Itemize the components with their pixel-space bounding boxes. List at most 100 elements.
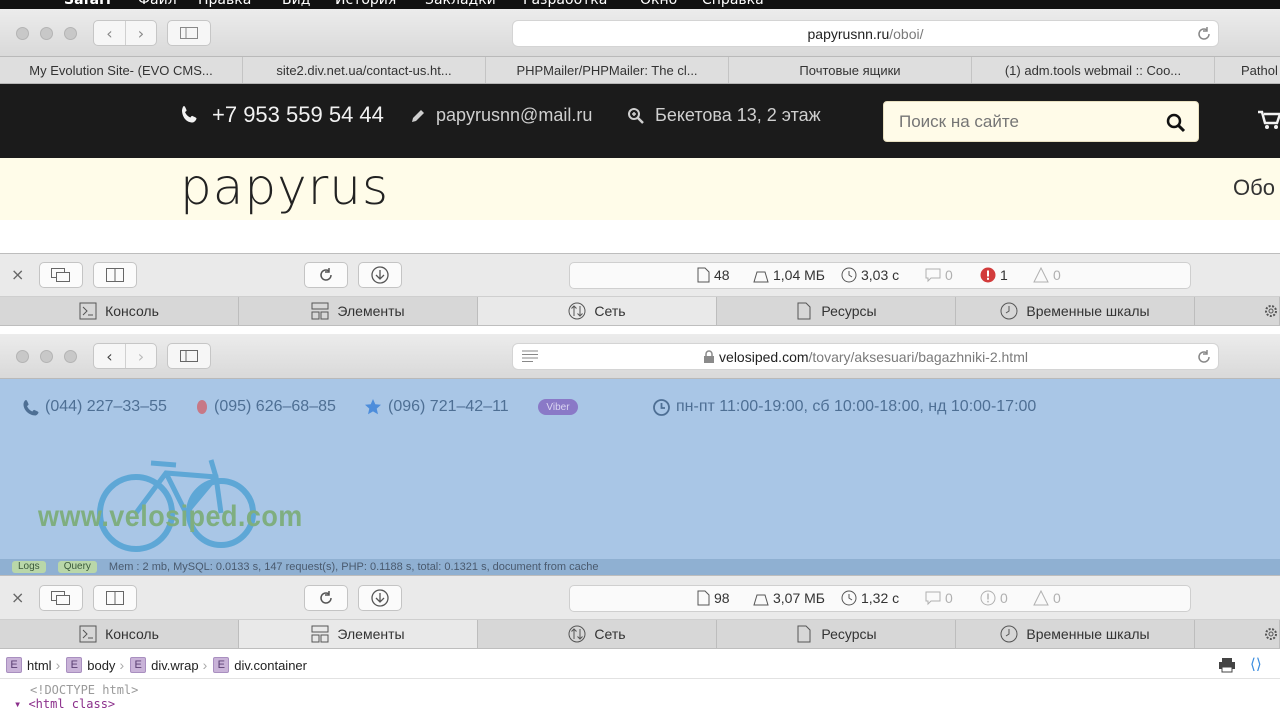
sidebar-toggle-button[interactable] <box>167 20 211 46</box>
warning-icon <box>1033 267 1049 283</box>
dom-line[interactable]: <!DOCTYPE html> <box>30 683 138 697</box>
menu-app[interactable]: Safari <box>64 0 111 8</box>
dock-button[interactable] <box>39 585 83 611</box>
menu-help[interactable]: Справка <box>702 0 764 8</box>
url-path: /oboi/ <box>889 25 924 42</box>
bookmark-item[interactable]: Почтовые ящики <box>729 57 972 83</box>
crumb-div-wrap[interactable]: Ediv.wrap <box>130 657 199 673</box>
stat-time[interactable]: 3,03 с <box>841 267 899 283</box>
document-icon <box>797 302 811 320</box>
bookmark-item[interactable]: (1) adm.tools webmail :: Coo... <box>972 57 1215 83</box>
reader-icon[interactable] <box>522 350 538 362</box>
bookmark-item[interactable]: PHPMailer/PHPMailer: The cl... <box>486 57 729 83</box>
reload-icon[interactable] <box>1196 349 1212 365</box>
network-icon <box>568 625 586 643</box>
site-logo[interactable]: papyrus <box>180 158 389 216</box>
address-bar[interactable]: papyrusnn.ru/oboi/ <box>512 20 1219 47</box>
debug-query-button[interactable]: Query <box>57 561 97 573</box>
elements-icon <box>311 302 329 320</box>
stat-warnings[interactable]: 0 <box>1033 590 1061 606</box>
bookmark-item[interactable]: Pathol <box>1215 57 1280 83</box>
crumb-div-container[interactable]: Ediv.container <box>213 657 307 673</box>
address-bar-2[interactable]: velosiped.com/tovary/aksesuari/bagazhnik… <box>512 343 1219 370</box>
stat-messages[interactable]: 0 <box>925 590 953 606</box>
print-icon[interactable] <box>1218 657 1236 673</box>
dock-button[interactable] <box>39 262 83 288</box>
reload-page-button[interactable] <box>304 262 348 288</box>
download-button[interactable] <box>358 262 402 288</box>
close-window-button[interactable] <box>16 350 29 363</box>
split-button[interactable] <box>93 262 137 288</box>
bookmark-item[interactable]: site2.div.net.ua/contact-us.ht... <box>243 57 486 83</box>
code-view-icon[interactable]: ⟨⟩ <box>1250 655 1262 673</box>
search-icon[interactable] <box>1166 113 1186 133</box>
reload-icon[interactable] <box>1196 26 1212 42</box>
stat-errors[interactable]: 0 <box>980 590 1008 606</box>
split-button[interactable] <box>93 585 137 611</box>
menu-develop[interactable]: Разработка <box>523 0 607 8</box>
menu-file[interactable]: Файл <box>138 0 177 8</box>
menu-window[interactable]: Окно <box>640 0 677 8</box>
close-inspector-icon[interactable]: × <box>11 265 24 284</box>
chevron-right-icon: › <box>137 346 145 366</box>
back-button[interactable]: ‹ <box>94 344 125 368</box>
velo-logo-text[interactable]: www.velosiped.com <box>38 500 303 534</box>
back-button[interactable]: ‹ <box>94 21 125 45</box>
minimize-window-button[interactable] <box>40 27 53 40</box>
minimize-window-button[interactable] <box>40 350 53 363</box>
tab-network[interactable]: Сеть <box>478 620 717 648</box>
tab-console[interactable]: Консоль <box>0 620 239 648</box>
sidebar-toggle-button[interactable] <box>167 343 211 369</box>
velo-phone-2[interactable]: (095) 626–68–85 <box>196 398 336 416</box>
tab-console[interactable]: Консоль <box>0 297 239 325</box>
settings-tab[interactable] <box>1195 297 1280 325</box>
tab-elements[interactable]: Элементы <box>239 297 478 325</box>
crumb-html[interactable]: Ehtml <box>6 657 52 673</box>
site-email[interactable]: papyrusnn@mail.ru <box>410 105 592 126</box>
stat-errors[interactable]: 1 <box>980 267 1008 283</box>
reload-page-button[interactable] <box>304 585 348 611</box>
stat-resources[interactable]: 98 <box>697 590 730 606</box>
weight-icon <box>753 271 769 283</box>
viber-badge[interactable]: Viber <box>538 399 578 415</box>
stat-warnings[interactable]: 0 <box>1033 267 1061 283</box>
tab-network[interactable]: Сеть <box>478 297 717 325</box>
tab-elements[interactable]: Элементы <box>239 620 478 648</box>
menu-history[interactable]: История <box>335 0 396 8</box>
velo-phone-3[interactable]: (096) 721–42–11 <box>364 398 509 416</box>
zoom-window-button[interactable] <box>64 27 77 40</box>
dom-line[interactable]: ▾ <html class> <box>14 697 115 711</box>
weight-icon <box>753 594 769 606</box>
site-nav-cut[interactable]: Обо <box>1233 175 1275 201</box>
close-inspector-icon[interactable]: × <box>11 588 24 607</box>
download-icon <box>371 589 389 607</box>
tab-resources[interactable]: Ресурсы <box>717 297 956 325</box>
gear-icon <box>1265 628 1277 640</box>
download-button[interactable] <box>358 585 402 611</box>
menu-edit[interactable]: Правка <box>198 0 251 8</box>
nav-buttons: ‹ › <box>93 20 157 46</box>
menu-bookmarks[interactable]: Закладки <box>425 0 496 8</box>
stat-size[interactable]: 1,04 МБ <box>753 267 825 283</box>
bookmark-item[interactable]: My Evolution Site- (EVO CMS... <box>0 57 243 83</box>
tab-timelines[interactable]: Временные шкалы <box>956 297 1195 325</box>
debug-logs-button[interactable]: Logs <box>12 561 46 573</box>
tab-resources[interactable]: Ресурсы <box>717 620 956 648</box>
zoom-window-button[interactable] <box>64 350 77 363</box>
stat-size[interactable]: 3,07 МБ <box>753 590 825 606</box>
site-search-input[interactable] <box>899 112 1149 132</box>
stat-messages[interactable]: 0 <box>925 267 953 283</box>
stat-resources[interactable]: 48 <box>697 267 730 283</box>
menu-view[interactable]: Вид <box>282 0 310 8</box>
tab-timelines[interactable]: Временные шкалы <box>956 620 1195 648</box>
crumb-body[interactable]: Ebody <box>66 657 115 673</box>
settings-tab[interactable] <box>1195 620 1280 648</box>
close-window-button[interactable] <box>16 27 29 40</box>
forward-button[interactable]: › <box>125 21 156 45</box>
forward-button[interactable]: › <box>125 344 156 368</box>
cart-icon[interactable] <box>1258 110 1280 130</box>
velo-phone-1[interactable]: (044) 227–33–55 <box>22 398 167 416</box>
message-icon <box>925 591 941 606</box>
site-phone[interactable]: +7 953 559 54 44 <box>180 102 384 128</box>
stat-time[interactable]: 1,32 с <box>841 590 899 606</box>
